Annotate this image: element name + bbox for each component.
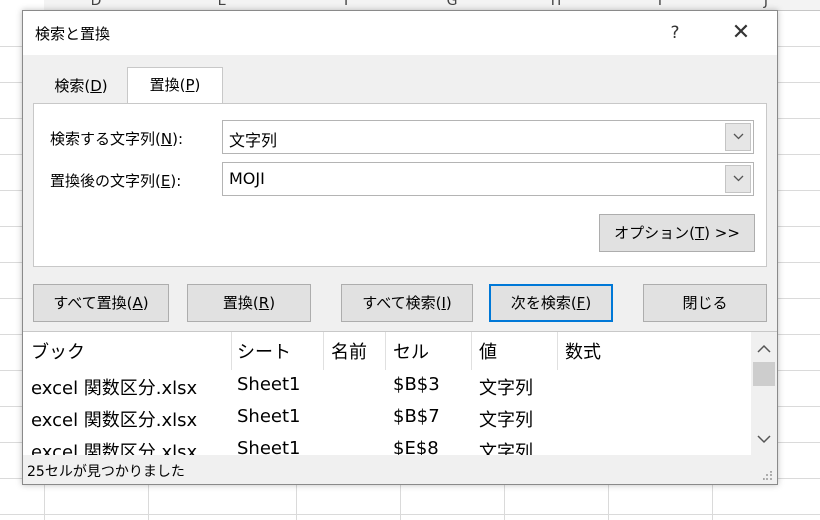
column-header-book[interactable]: ブック (31, 338, 85, 364)
replace-button[interactable]: 置換(R) (187, 284, 311, 322)
results-list[interactable]: ブック シート 名前 セル 値 数式 excel 関数区分.xlsx Sheet… (23, 331, 777, 457)
find-next-button[interactable]: 次を検索(F) (489, 284, 613, 322)
options-button[interactable]: オプション(T) >> (599, 214, 755, 252)
status-text: 25セルが見つかりました (27, 464, 185, 480)
find-what-combobox[interactable]: 文字列 (222, 120, 754, 154)
results-scrollbar[interactable] (751, 332, 777, 456)
column-header-sheet[interactable]: シート (237, 338, 291, 364)
chevron-down-icon[interactable] (756, 432, 772, 446)
column-header-name[interactable]: 名前 (331, 338, 367, 364)
column-header-formula[interactable]: 数式 (565, 338, 601, 364)
dialog-titlebar[interactable]: 検索と置換 ? ✕ (23, 11, 777, 55)
find-replace-dialog: 検索と置換 ? ✕ 検索(D) 置換(P) 検索する文字列(N): 文字列 置換… (22, 10, 778, 485)
tab-replace[interactable]: 置換(P) (127, 67, 223, 105)
chevron-down-icon[interactable] (725, 123, 751, 151)
replace-with-input[interactable]: MOJI (229, 169, 265, 188)
scrollbar-thumb[interactable] (753, 362, 775, 386)
replace-all-button[interactable]: すべて置換(A) (33, 284, 169, 322)
replace-with-label: 置換後の文字列(E): (50, 172, 182, 190)
find-what-label: 検索する文字列(N): (50, 130, 183, 148)
help-button[interactable]: ? (653, 17, 697, 49)
close-button[interactable]: 閉じる (643, 284, 767, 322)
resize-grip-icon[interactable] (763, 471, 773, 481)
chevron-down-icon[interactable] (725, 165, 751, 193)
close-icon[interactable]: ✕ (719, 17, 763, 49)
find-all-button[interactable]: すべて検索(I) (341, 284, 473, 322)
status-bar: 25セルが見つかりました (23, 455, 777, 484)
chevron-up-icon[interactable] (756, 342, 772, 356)
find-what-input[interactable]: 文字列 (229, 127, 277, 151)
column-header-value[interactable]: 値 (479, 338, 497, 364)
dialog-title: 検索と置換 (35, 25, 111, 43)
column-header-cell[interactable]: セル (393, 338, 429, 364)
tab-find[interactable]: 検索(D) (35, 69, 127, 103)
replace-panel: 検索する文字列(N): 文字列 置換後の文字列(E): MOJI オプション(T… (33, 103, 767, 267)
replace-with-combobox[interactable]: MOJI (222, 162, 754, 196)
